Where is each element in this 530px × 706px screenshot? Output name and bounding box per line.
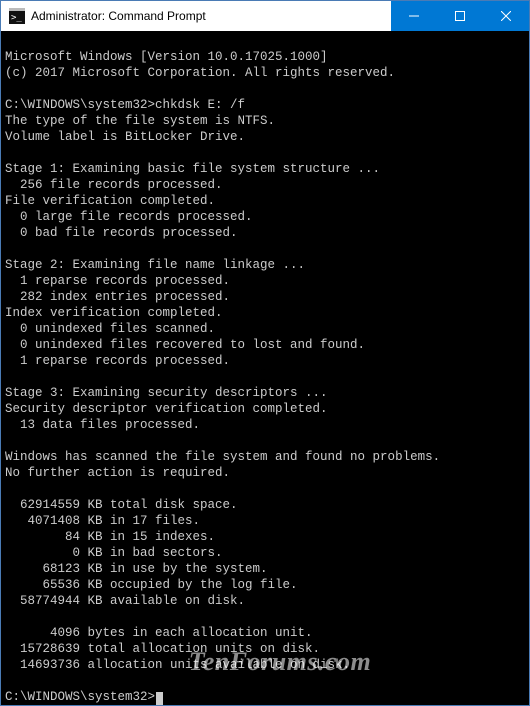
minimize-button[interactable]: [391, 1, 437, 31]
terminal-line: No further action is required.: [5, 465, 525, 481]
terminal-line: 4071408 KB in 17 files.: [5, 513, 525, 529]
window-titlebar[interactable]: >_ Administrator: Command Prompt: [1, 1, 529, 31]
text-cursor: [156, 692, 163, 705]
terminal-line: [5, 609, 525, 625]
shell-prompt: C:\WINDOWS\system32>: [5, 690, 155, 704]
terminal-line: (c) 2017 Microsoft Corporation. All righ…: [5, 65, 525, 81]
terminal-line: [5, 433, 525, 449]
terminal-line: Stage 3: Examining security descriptors …: [5, 385, 525, 401]
terminal-line: 282 index entries processed.: [5, 289, 525, 305]
terminal-line: 4096 bytes in each allocation unit.: [5, 625, 525, 641]
terminal-line: Index verification completed.: [5, 305, 525, 321]
terminal-line: 0 unindexed files recovered to lost and …: [5, 337, 525, 353]
terminal-line: 84 KB in 15 indexes.: [5, 529, 525, 545]
terminal-output-area[interactable]: Microsoft Windows [Version 10.0.17025.10…: [1, 31, 529, 705]
terminal-line: Microsoft Windows [Version 10.0.17025.10…: [5, 49, 525, 65]
terminal-line: 0 KB in bad sectors.: [5, 545, 525, 561]
terminal-line: 1 reparse records processed.: [5, 353, 525, 369]
terminal-line: 13 data files processed.: [5, 417, 525, 433]
terminal-line: 15728639 total allocation units on disk.: [5, 641, 525, 657]
terminal-line: Stage 2: Examining file name linkage ...: [5, 257, 525, 273]
terminal-line: Volume label is BitLocker Drive.: [5, 129, 525, 145]
terminal-line: [5, 241, 525, 257]
terminal-line: 1 reparse records processed.: [5, 273, 525, 289]
terminal-line: [5, 145, 525, 161]
terminal-line: File verification completed.: [5, 193, 525, 209]
window-title: Administrator: Command Prompt: [31, 9, 391, 23]
terminal-line: Stage 1: Examining basic file system str…: [5, 161, 525, 177]
terminal-line: 0 unindexed files scanned.: [5, 321, 525, 337]
terminal-line: 14693736 allocation units available on d…: [5, 657, 525, 673]
terminal-line: Security descriptor verification complet…: [5, 401, 525, 417]
terminal-line: Windows has scanned the file system and …: [5, 449, 525, 465]
terminal-prompt-line: C:\WINDOWS\system32>chkdsk E: /f: [5, 97, 525, 113]
terminal-line: [5, 81, 525, 97]
entered-command: chkdsk E: /f: [155, 98, 245, 112]
terminal-line: 256 file records processed.: [5, 177, 525, 193]
window-controls: [391, 1, 529, 31]
cmd-icon: >_: [9, 8, 25, 24]
terminal-line: 0 large file records processed.: [5, 209, 525, 225]
terminal-line: [5, 369, 525, 385]
maximize-button[interactable]: [437, 1, 483, 31]
terminal-line: 0 bad file records processed.: [5, 225, 525, 241]
terminal-line: 65536 KB occupied by the log file.: [5, 577, 525, 593]
shell-prompt: C:\WINDOWS\system32>: [5, 98, 155, 112]
terminal-line: 68123 KB in use by the system.: [5, 561, 525, 577]
terminal-prompt-line: C:\WINDOWS\system32>: [5, 689, 525, 705]
terminal-line: 58774944 KB available on disk.: [5, 593, 525, 609]
close-button[interactable]: [483, 1, 529, 31]
terminal-line: The type of the file system is NTFS.: [5, 113, 525, 129]
terminal-line: 62914559 KB total disk space.: [5, 497, 525, 513]
terminal-line: [5, 673, 525, 689]
svg-text:>_: >_: [11, 13, 22, 23]
terminal-line: [5, 481, 525, 497]
